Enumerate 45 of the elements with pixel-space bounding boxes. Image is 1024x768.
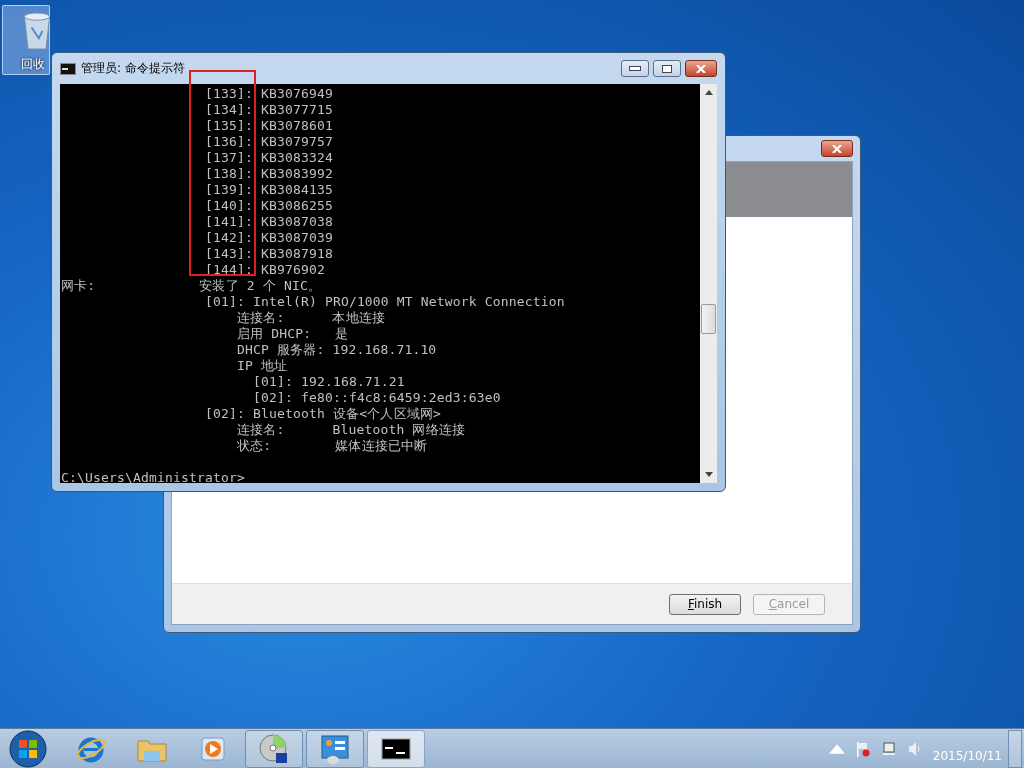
console-line: [142]: KB3087039 <box>203 230 333 246</box>
disc-icon <box>258 732 290 765</box>
minimize-button[interactable] <box>621 60 649 77</box>
console-line: [139]: KB3084135 <box>203 182 333 198</box>
console-line: [141]: KB3087038 <box>203 214 333 230</box>
scroll-down-icon[interactable] <box>704 472 713 477</box>
console-line: 启用 DHCP: 是 <box>235 326 349 342</box>
network-icon[interactable] <box>880 740 897 757</box>
taskbar-app[interactable] <box>367 729 425 768</box>
close-button[interactable] <box>685 60 717 77</box>
control-panel-icon <box>319 732 351 765</box>
close-icon <box>832 144 842 153</box>
console-line: [135]: KB3078601 <box>203 118 333 134</box>
console-line: 状态: 媒体连接已中断 <box>235 438 428 454</box>
console-line: [138]: KB3083992 <box>203 166 333 182</box>
console-line: [143]: KB3087918 <box>203 246 333 262</box>
console-line: 连接名: Bluetooth 网络连接 <box>235 422 466 438</box>
console-line: [137]: KB3083324 <box>203 150 333 166</box>
scroll-up-icon[interactable] <box>704 90 713 95</box>
scrollbar[interactable] <box>700 84 717 483</box>
wizard-button[interactable]: Finish <box>669 593 741 615</box>
close-icon <box>696 64 706 73</box>
scroll-thumb[interactable] <box>701 304 716 334</box>
console-line: [02]: Bluetooth 设备<个人区域网> <box>203 406 442 422</box>
console-line: [01]: 192.168.71.21 <box>251 374 405 390</box>
console-line: C:\Users\Administrator> <box>61 470 245 483</box>
console-line: [134]: KB3077715 <box>203 102 333 118</box>
console-line: [133]: KB3076949 <box>203 86 333 102</box>
start-button[interactable] <box>8 728 48 768</box>
close-button[interactable] <box>821 140 853 157</box>
console-line: DHCP 服务器: 192.168.71.10 <box>235 342 437 358</box>
console-icon <box>60 62 76 75</box>
console-line: IP 地址 <box>235 358 288 374</box>
recycle-bin-shortcut[interactable]: 回收 <box>2 5 50 75</box>
flag-icon[interactable] <box>854 740 871 757</box>
console-line: 连接名: 本地连接 <box>235 310 386 326</box>
console-line: [136]: KB3079757 <box>203 134 333 150</box>
console-line: [140]: KB3086255 <box>203 198 333 214</box>
console-line: [01]: Intel(R) PRO/1000 MT Network Connection <box>203 294 565 310</box>
console-line: [02]: fe80::f4c8:6459:2ed3:63e0 <box>251 390 501 406</box>
window-title: 管理员: 命令提示符 <box>81 60 185 77</box>
clock-date[interactable]: 2015/10/11 <box>932 748 1002 763</box>
maximize-button[interactable] <box>653 60 681 77</box>
console-line: 网卡: 安装了 2 个 NIC。 <box>61 278 322 294</box>
taskbar-app[interactable] <box>245 729 303 768</box>
